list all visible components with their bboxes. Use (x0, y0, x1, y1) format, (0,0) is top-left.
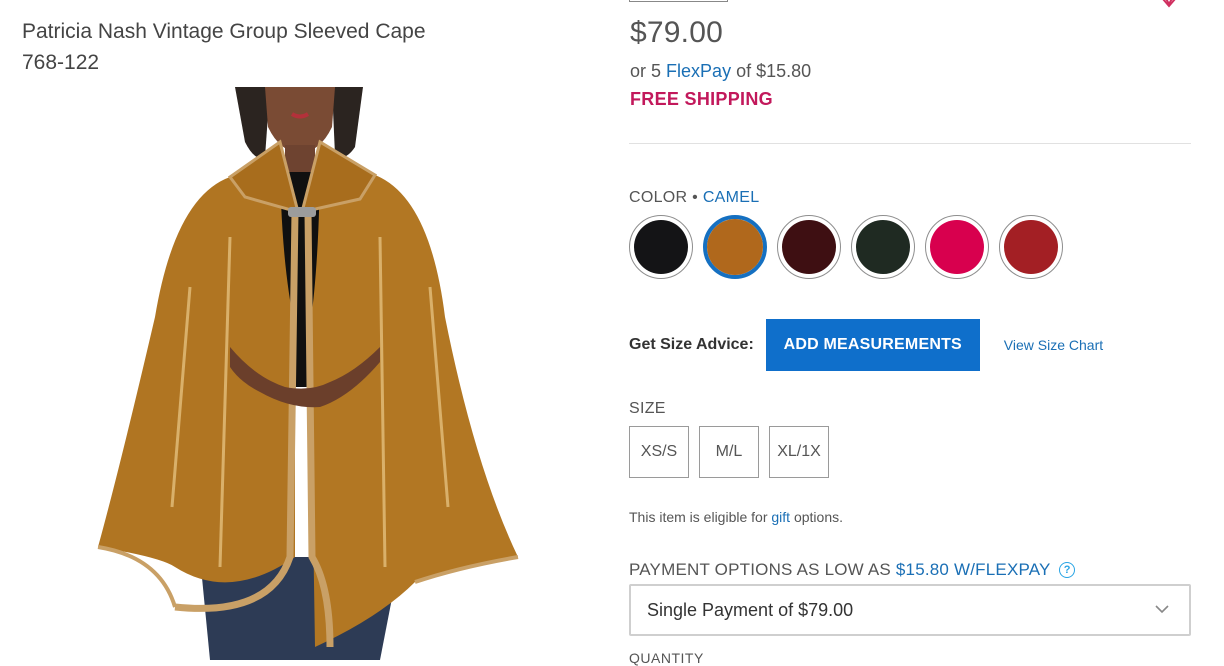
flexpay-text: or 5 FlexPay of $15.80 (630, 61, 811, 82)
swatch-pink[interactable] (925, 215, 989, 279)
gift-link[interactable]: gift (771, 509, 790, 525)
flexpay-prefix: or 5 (630, 61, 662, 81)
size-option-xl-1x[interactable]: XL/1X (769, 426, 829, 478)
swatch-dark-green[interactable] (851, 215, 915, 279)
heart-icon[interactable] (1152, 0, 1186, 12)
payment-highlight: $15.80 W/FLEXPAY (895, 560, 1051, 579)
swatch-color (856, 220, 910, 274)
flexpay-suffix: of $15.80 (736, 61, 812, 81)
help-icon[interactable]: ? (1059, 562, 1076, 578)
gift-suffix: options. (793, 509, 844, 525)
product-price: $79.00 (630, 16, 723, 49)
swatch-black[interactable] (629, 215, 693, 279)
chevron-down-icon (1155, 605, 1169, 614)
swatch-color (782, 220, 836, 274)
swatch-color (1004, 220, 1058, 274)
size-options: XS/S M/L XL/1X (629, 426, 829, 478)
payment-selected-value: Single Payment of $79.00 (647, 599, 854, 620)
swatch-color (634, 220, 688, 274)
swatch-color (930, 220, 984, 274)
color-label: COLOR • CAMEL (629, 189, 759, 207)
free-shipping-label: FREE SHIPPING (630, 89, 773, 109)
swatch-color (707, 219, 763, 275)
gift-eligibility: This item is eligible for gift options. (629, 509, 843, 525)
top-box-edge (629, 0, 728, 2)
product-title: Patricia Nash Vintage Group Sleeved Cape (22, 20, 426, 43)
product-image[interactable] (80, 87, 540, 660)
flexpay-link[interactable]: FlexPay (666, 61, 731, 81)
view-size-chart-link[interactable]: View Size Chart (1004, 337, 1103, 353)
swatch-camel[interactable] (703, 215, 767, 279)
size-option-m-l[interactable]: M/L (699, 426, 759, 478)
payment-options-label: PAYMENT OPTIONS AS LOW AS $15.80 W/FLEXP… (629, 560, 1076, 580)
size-advice-label: Get Size Advice: (629, 336, 754, 353)
product-title-block: Patricia Nash Vintage Group Sleeved Cape… (22, 16, 426, 78)
size-option-xs-s[interactable]: XS/S (629, 426, 689, 478)
swatch-burgundy[interactable] (777, 215, 841, 279)
divider (629, 143, 1191, 144)
swatch-red[interactable] (999, 215, 1063, 279)
payment-select[interactable]: Single Payment of $79.00 (629, 584, 1191, 636)
selected-color: CAMEL (702, 189, 760, 206)
payment-label-text: PAYMENT OPTIONS AS LOW AS (629, 560, 891, 579)
color-label-text: COLOR (629, 189, 688, 206)
item-number: 768-122 (22, 51, 100, 74)
gift-prefix: This item is eligible for (629, 509, 768, 525)
color-swatches (629, 215, 1063, 279)
quantity-label: QUANTITY (629, 650, 704, 666)
add-measurements-button[interactable]: ADD MEASUREMENTS (765, 319, 980, 371)
size-advice-row: Get Size Advice: ADD MEASUREMENTS View S… (629, 319, 1103, 371)
size-label: SIZE (629, 400, 666, 417)
color-separator: • (692, 189, 699, 206)
